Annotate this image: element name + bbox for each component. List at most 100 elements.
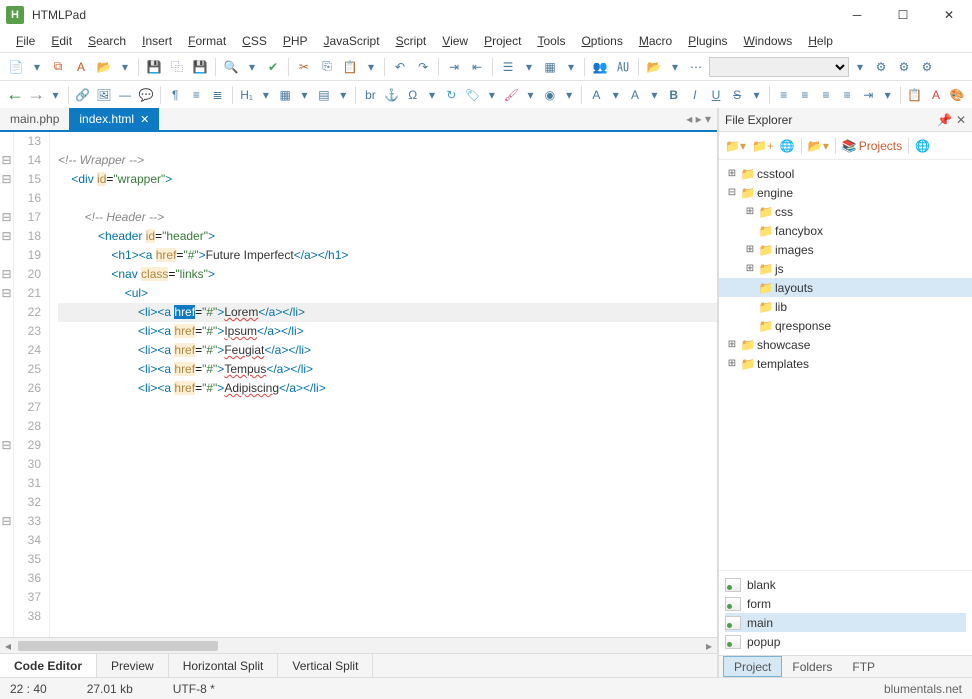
highlight-icon[interactable]: A <box>927 85 945 105</box>
explorer-tab-folders[interactable]: Folders <box>782 656 842 677</box>
menu-tools[interactable]: Tools <box>531 32 571 50</box>
gear2-icon[interactable]: ⚙ <box>894 57 914 77</box>
dropdown-icon[interactable]: ▾ <box>297 85 312 105</box>
tree-item-qresponse[interactable]: 📁qresponse <box>719 316 972 335</box>
heading-icon[interactable]: H₁ <box>238 85 256 105</box>
cut-icon[interactable]: ✂ <box>294 57 314 77</box>
explorer-tab-ftp[interactable]: FTP <box>842 656 885 677</box>
file-item-main[interactable]: main <box>725 613 966 632</box>
view-tab-vertical-split[interactable]: Vertical Split <box>278 654 373 677</box>
paste-icon[interactable]: 📋 <box>340 57 360 77</box>
indent-icon[interactable]: ⇥ <box>444 57 464 77</box>
font-style-icon[interactable]: A <box>626 85 644 105</box>
image-icon[interactable]: 🖼 <box>95 85 113 105</box>
refresh-icon[interactable]: 🌐 <box>780 139 795 153</box>
menu-windows[interactable]: Windows <box>738 32 799 50</box>
anchor-icon[interactable]: ⚓ <box>383 85 401 105</box>
save-icon[interactable]: 💾 <box>144 57 164 77</box>
brackets-icon[interactable]: ⋯ <box>686 57 706 77</box>
paragraph-icon[interactable]: ¶ <box>166 85 184 105</box>
gear-icon[interactable]: ⚙ <box>871 57 891 77</box>
strike-icon[interactable]: S <box>728 85 746 105</box>
tree-item-fancybox[interactable]: 📁fancybox <box>719 221 972 240</box>
menu-script[interactable]: Script <box>390 32 433 50</box>
font-color-icon[interactable]: A <box>587 85 605 105</box>
form-icon[interactable]: ▤ <box>315 85 333 105</box>
dropdown-icon[interactable]: ▾ <box>48 85 63 105</box>
copy-icon[interactable]: ⎘ <box>317 57 337 77</box>
refresh-icon[interactable]: ↻ <box>442 85 460 105</box>
tree-item-css[interactable]: ⊞📁css <box>719 202 972 221</box>
palette-icon[interactable]: 🎨 <box>948 85 966 105</box>
dropdown-icon[interactable]: ▾ <box>749 85 764 105</box>
dropdown-icon[interactable]: ▾ <box>667 57 683 77</box>
align-left-icon[interactable]: ≡ <box>775 85 793 105</box>
dropdown-icon[interactable]: ▾ <box>880 85 895 105</box>
dropdown-icon[interactable]: ▾ <box>117 57 133 77</box>
tag-icon[interactable]: 🏷 <box>463 85 481 105</box>
dropdown-icon[interactable]: ▾ <box>363 57 379 77</box>
panel-close-icon[interactable]: ✕ <box>956 113 966 127</box>
menu-format[interactable]: Format <box>182 32 232 50</box>
dropdown-icon[interactable]: ▾ <box>521 57 537 77</box>
menu-php[interactable]: PHP <box>277 32 314 50</box>
menu-javascript[interactable]: JavaScript <box>318 32 386 50</box>
dropdown-icon[interactable]: ▾ <box>562 85 577 105</box>
menu-css[interactable]: CSS <box>236 32 273 50</box>
menu-macro[interactable]: Macro <box>633 32 678 50</box>
layout-icon[interactable]: ☰ <box>498 57 518 77</box>
menu-help[interactable]: Help <box>802 32 839 50</box>
tree-item-showcase[interactable]: ⊞📁showcase <box>719 335 972 354</box>
window-icon[interactable]: ▦ <box>540 57 560 77</box>
file-item-popup[interactable]: popup <box>725 632 966 651</box>
save-all-icon[interactable]: ⿻ <box>167 57 187 77</box>
outdent-icon[interactable]: ⇤ <box>467 57 487 77</box>
project-tree[interactable]: ⊞📁csstool⊟📁engine⊞📁css📁fancybox⊞📁images⊞… <box>719 160 972 570</box>
window-maximize-button[interactable]: ☐ <box>880 0 926 30</box>
window-minimize-button[interactable]: ─ <box>834 0 880 30</box>
menu-options[interactable]: Options <box>575 32 628 50</box>
new-file-icon[interactable]: 📄 <box>6 57 26 77</box>
tree-item-csstool[interactable]: ⊞📁csstool <box>719 164 972 183</box>
table-icon[interactable]: ▦ <box>276 85 294 105</box>
tree-item-js[interactable]: ⊞📁js <box>719 259 972 278</box>
menu-edit[interactable]: Edit <box>45 32 78 50</box>
menu-search[interactable]: Search <box>82 32 132 50</box>
omega-icon[interactable]: Ω <box>404 85 422 105</box>
pin-icon[interactable]: 📌 <box>937 113 952 127</box>
back-arrow-icon[interactable]: ← <box>6 85 24 105</box>
open-folder-icon[interactable]: 📂 <box>94 57 114 77</box>
align-justify-icon[interactable]: ≡ <box>838 85 856 105</box>
dropdown-icon[interactable]: ▾ <box>563 57 579 77</box>
menu-insert[interactable]: Insert <box>136 32 178 50</box>
browser-icon[interactable]: 🌐 <box>915 139 930 153</box>
list-ul-icon[interactable]: ≡ <box>187 85 205 105</box>
bold-icon[interactable]: B <box>665 85 683 105</box>
align-center-icon[interactable]: ≡ <box>796 85 814 105</box>
folder-add-icon[interactable]: 📁+ <box>752 139 774 153</box>
tab-main-php[interactable]: main.php <box>0 108 69 130</box>
undo-icon[interactable]: ↶ <box>390 57 410 77</box>
tree-item-layouts[interactable]: 📁layouts <box>719 278 972 297</box>
view-tab-code-editor[interactable]: Code Editor <box>0 654 97 677</box>
dropdown-icon[interactable]: ▾ <box>852 57 868 77</box>
new-letter-icon[interactable]: A <box>71 57 91 77</box>
file-list[interactable]: blankformmainpopup <box>719 570 972 655</box>
dropdown-icon[interactable]: ▾ <box>523 85 538 105</box>
save-as-icon[interactable]: 💾 <box>190 57 210 77</box>
dropdown-icon[interactable]: ▾ <box>29 57 45 77</box>
lang-icon[interactable]: ㍳ <box>613 57 633 77</box>
window-close-button[interactable]: ✕ <box>926 0 972 30</box>
explorer-tab-project[interactable]: Project <box>723 656 782 677</box>
align-right-icon[interactable]: ≡ <box>817 85 835 105</box>
view-tab-preview[interactable]: Preview <box>97 654 169 677</box>
line-icon[interactable]: — <box>116 85 134 105</box>
spellcheck-icon[interactable]: ✔ <box>263 57 283 77</box>
brush-icon[interactable]: 🖌 <box>502 85 520 105</box>
link-icon[interactable]: 🔗 <box>74 85 92 105</box>
search-icon[interactable]: 🔍 <box>221 57 241 77</box>
tab-nav[interactable]: ◂ ▸ ▾ <box>686 108 717 130</box>
tree-item-templates[interactable]: ⊞📁templates <box>719 354 972 373</box>
clipboard-icon[interactable]: 📋 <box>906 85 924 105</box>
file-item-blank[interactable]: blank <box>725 575 966 594</box>
